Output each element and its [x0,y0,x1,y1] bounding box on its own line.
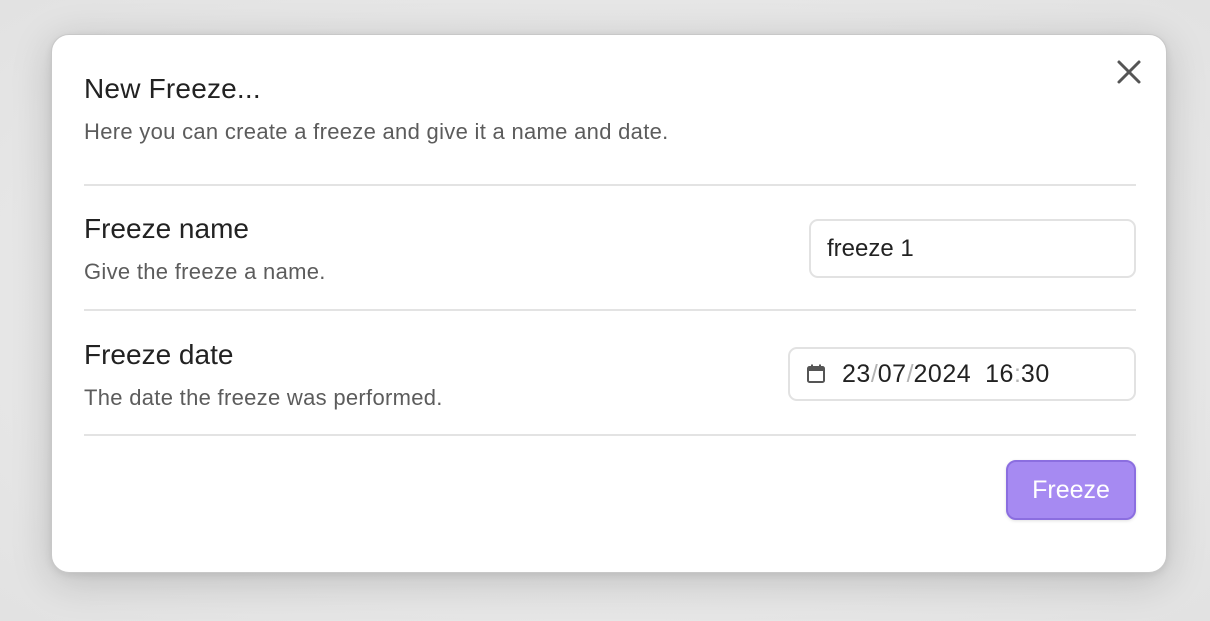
date-separator: / [870,359,878,388]
freeze-button[interactable]: Freeze [1006,460,1136,520]
divider [84,434,1136,436]
freeze-name-label: Freeze name [84,213,249,244]
freeze-name-description: Give the freeze a name. [84,259,326,284]
date-separator: / [906,359,914,388]
freeze-date-label: Freeze date [84,339,234,370]
time-minute-segment[interactable]: 30 [1021,360,1050,389]
date-day-segment[interactable]: 23 [842,360,871,389]
close-button[interactable] [1114,57,1144,87]
freeze-name-input[interactable] [809,219,1136,278]
calendar-icon[interactable] [804,362,828,386]
time-hour-segment[interactable]: 16 [985,360,1014,389]
time-separator: : [1013,359,1021,388]
divider [84,184,1136,186]
divider [84,309,1136,311]
freeze-date-description: The date the freeze was performed. [84,385,443,410]
close-icon [1117,60,1141,84]
date-month-segment[interactable]: 07 [878,360,907,389]
new-freeze-modal: New Freeze... Here you can create a free… [51,34,1167,573]
modal-subtitle: Here you can create a freeze and give it… [84,119,669,144]
modal-title: New Freeze... [84,73,261,104]
date-year-segment[interactable]: 2024 [914,360,972,389]
freeze-date-input[interactable]: 23/07/2024 16:30 [788,347,1136,401]
